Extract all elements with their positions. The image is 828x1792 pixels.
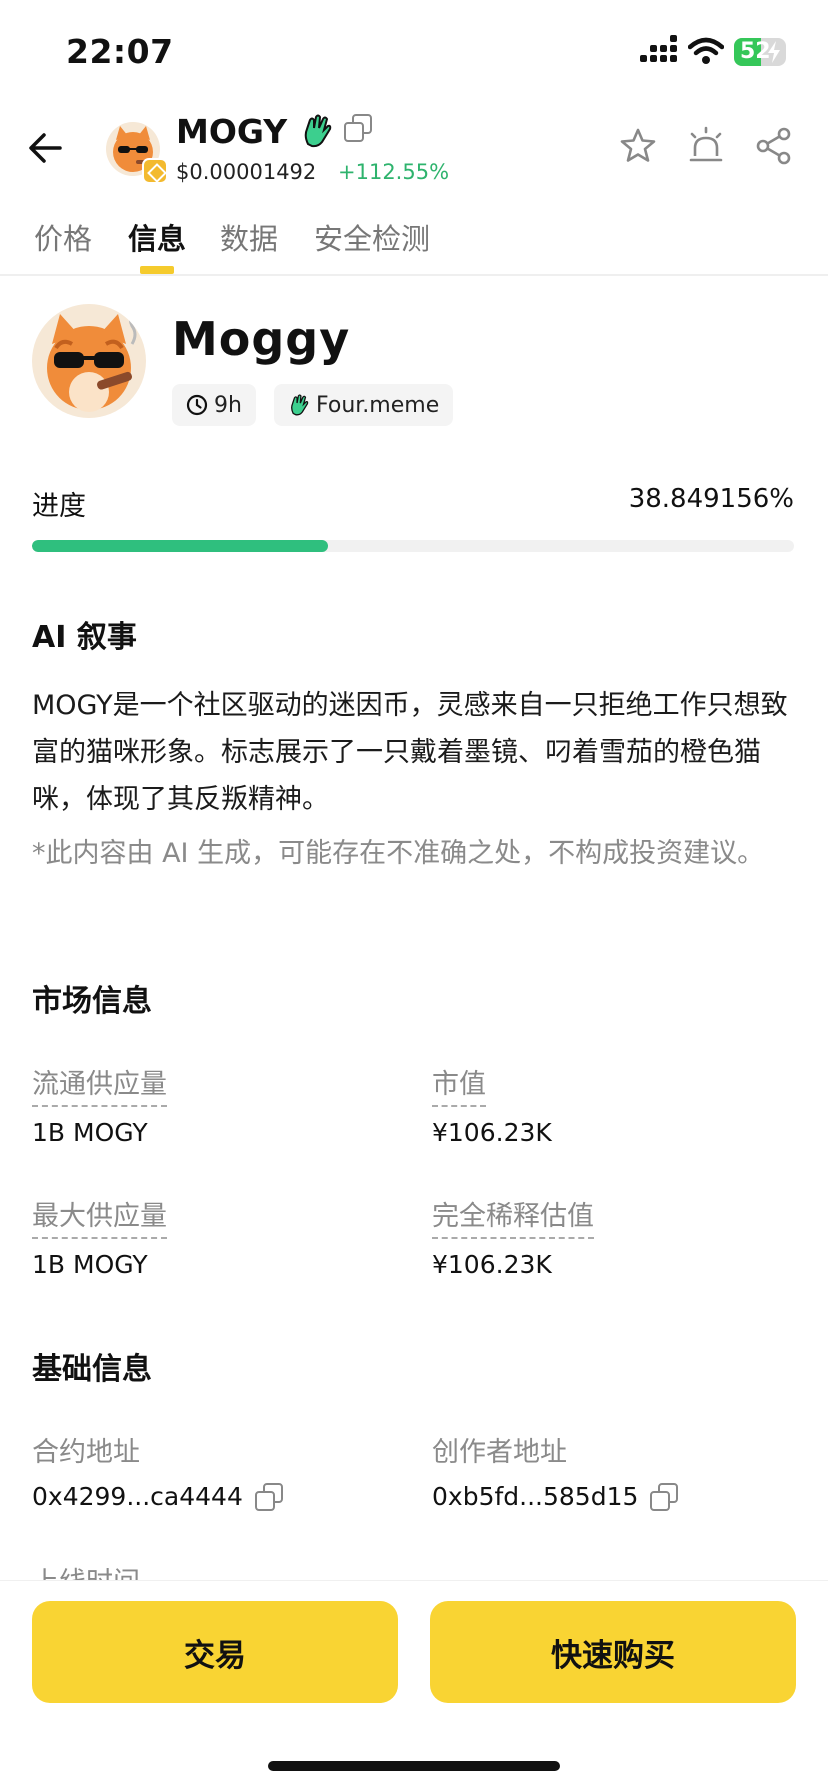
- ai-narrative-title: AI 叙事: [32, 620, 137, 655]
- token-header: MOGY $0.00001492 +112.55%: [0, 100, 828, 200]
- quick-buy-button[interactable]: 快速购买: [430, 1601, 796, 1703]
- contract-address-value: 0x4299...ca4444: [32, 1482, 243, 1511]
- progress-value: 38.849156%: [628, 484, 794, 514]
- contract-address-label: 合约地址: [32, 1437, 140, 1468]
- token-price: $0.00001492: [176, 160, 317, 184]
- circulating-supply-value: 1B MOGY: [32, 1118, 148, 1147]
- creator-address-row: 0xb5fd...585d15: [432, 1482, 679, 1511]
- cellular-signal-icon: [640, 35, 680, 66]
- bottom-action-bar: 交易 快速购买: [0, 1580, 828, 1792]
- tab-price[interactable]: 价格: [34, 216, 92, 258]
- token-symbol: MOGY: [176, 112, 288, 151]
- listing-time-label: 上线时间: [32, 1560, 140, 1580]
- battery-icon: 52: [734, 38, 786, 66]
- max-supply-label[interactable]: 最大供应量: [32, 1194, 167, 1239]
- copy-contract-icon[interactable]: [254, 1482, 283, 1511]
- wifi-icon: [688, 37, 724, 64]
- home-indicator: [268, 1761, 560, 1771]
- token-name: Moggy: [172, 312, 351, 366]
- token-logo: [32, 304, 146, 418]
- charging-bolt-icon: [768, 41, 780, 63]
- chain-badge-icon: [142, 158, 168, 184]
- fdv-value: ¥106.23K: [432, 1250, 552, 1279]
- market-cap-value: ¥106.23K: [432, 1118, 552, 1147]
- back-arrow-icon[interactable]: [26, 128, 66, 168]
- platform-name: Four.meme: [316, 392, 440, 418]
- tab-data[interactable]: 数据: [220, 216, 278, 258]
- tab-info[interactable]: 信息: [128, 216, 186, 258]
- copy-creator-icon[interactable]: [650, 1482, 679, 1511]
- four-meme-hand-icon: [291, 394, 309, 416]
- status-bar: 22:07 52: [0, 0, 828, 100]
- star-icon[interactable]: [618, 126, 658, 166]
- progress-label: 进度: [32, 491, 86, 522]
- tab-security-check[interactable]: 安全检测: [314, 216, 430, 258]
- clock-icon: [186, 394, 208, 416]
- trade-button[interactable]: 交易: [32, 1601, 398, 1703]
- token-age: 9h: [214, 392, 242, 418]
- market-info-title: 市场信息: [32, 984, 152, 1019]
- ai-disclaimer: *此内容由 AI 生成，可能存在不准确之处，不构成投资建议。: [32, 838, 765, 869]
- platform-chip[interactable]: Four.meme: [274, 384, 454, 426]
- creator-address-label: 创作者地址: [432, 1437, 567, 1468]
- circulating-supply-label[interactable]: 流通供应量: [32, 1062, 167, 1107]
- progress-bar: [32, 540, 794, 552]
- market-cap-label[interactable]: 市值: [432, 1062, 486, 1107]
- token-age-chip: 9h: [172, 384, 256, 426]
- share-icon[interactable]: [754, 126, 794, 166]
- ai-narrative-text: MOGY是一个社区驱动的迷因币，灵感来自一只拒绝工作只想致富的猫咪形象。标志展示…: [32, 690, 788, 815]
- price-change: +112.55%: [338, 160, 450, 184]
- fdv-label[interactable]: 完全稀释估值: [432, 1194, 594, 1239]
- four-meme-hand-icon: [304, 114, 332, 148]
- active-tab-indicator: [140, 266, 174, 274]
- max-supply-value: 1B MOGY: [32, 1250, 148, 1279]
- alarm-icon[interactable]: [686, 126, 726, 166]
- copy-symbol-icon[interactable]: [344, 114, 372, 142]
- basic-info-title: 基础信息: [32, 1352, 152, 1387]
- creator-address-value: 0xb5fd...585d15: [432, 1482, 639, 1511]
- tab-bar: 价格 信息 数据 安全检测: [0, 210, 828, 276]
- status-time: 22:07: [66, 32, 174, 71]
- progress-fill: [32, 540, 329, 552]
- contract-address-row: 0x4299...ca4444: [32, 1482, 283, 1511]
